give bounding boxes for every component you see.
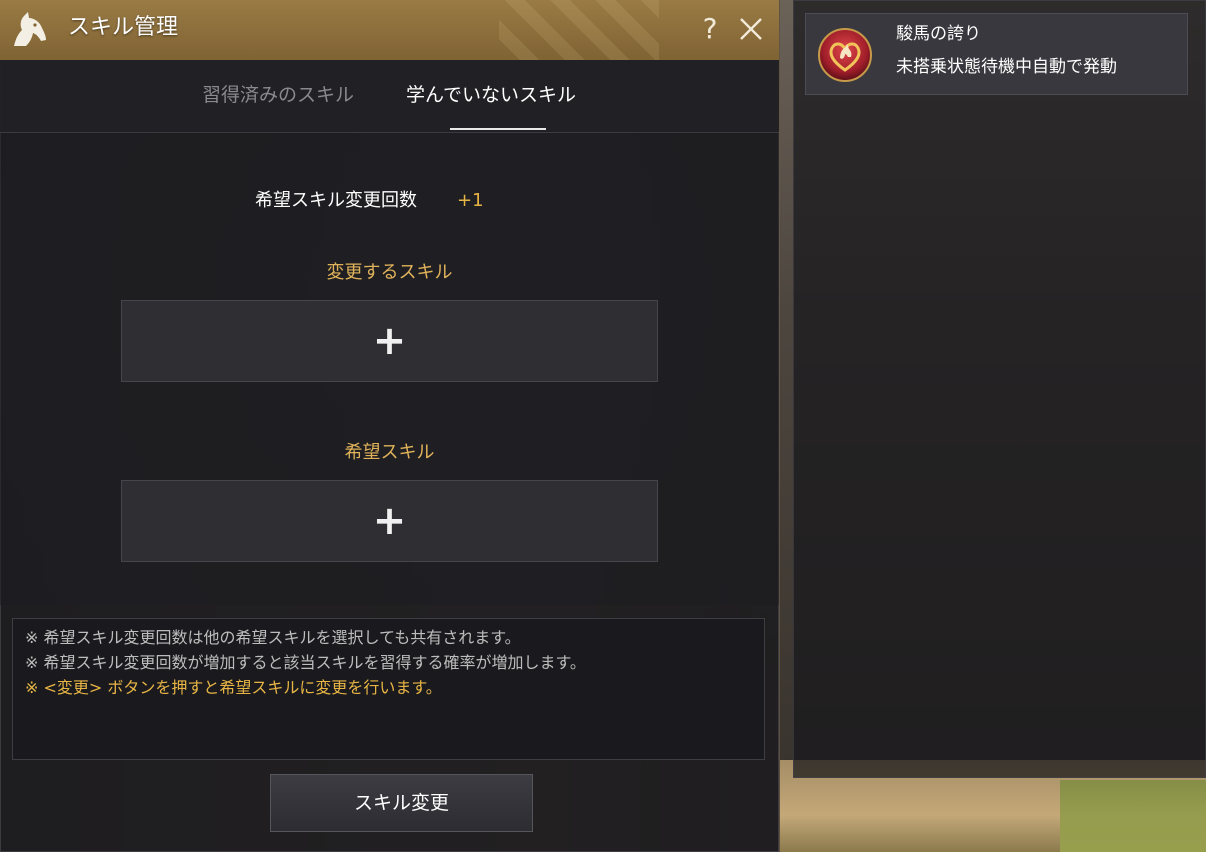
horse-heart-icon — [818, 28, 872, 82]
skill-list-item[interactable]: 駿馬の誇り 未搭乗状態待機中自動で発動 — [805, 13, 1188, 95]
note-line-highlight: ※ <変更> ボタンを押すと希望スキルに変更を行います。 — [25, 678, 442, 697]
plus-icon: + — [372, 498, 407, 544]
horse-head-icon — [14, 12, 46, 46]
skill-description: 未搭乗状態待機中自動で発動 — [896, 57, 1117, 77]
notes-box: ※ 希望スキル変更回数は他の希望スキルを選択しても共有されます。 ※ 希望スキル… — [12, 618, 765, 760]
skill-to-change-label: 変更するスキル — [326, 262, 453, 283]
plus-icon: + — [372, 318, 407, 364]
desired-skill-slot[interactable]: + — [121, 480, 658, 562]
skill-name: 駿馬の誇り — [896, 24, 981, 44]
active-tab-indicator — [450, 128, 546, 130]
desired-skill-label: 希望スキル — [344, 442, 435, 463]
help-button[interactable]: ? — [696, 12, 724, 46]
close-icon[interactable] — [736, 14, 766, 44]
skill-management-window: スキル管理 ? 習得済みのスキル 学んでいないスキル 希望スキル変更回数 +1 … — [0, 0, 779, 852]
tab-bar: 習得済みのスキル 学んでいないスキル — [0, 60, 779, 133]
skill-list-panel: 駿馬の誇り 未搭乗状態待機中自動で発動 — [793, 0, 1206, 778]
skill-change-panel: 希望スキル変更回数 +1 変更するスキル + 希望スキル + — [0, 133, 779, 605]
tab-learned-skills[interactable]: 習得済みのスキル — [202, 80, 354, 110]
change-count-label: 希望スキル変更回数 — [255, 190, 417, 211]
change-count-value: +1 — [457, 190, 484, 211]
background-grass — [1060, 780, 1206, 852]
title-bar[interactable]: スキル管理 ? — [0, 0, 779, 60]
note-line: ※ 希望スキル変更回数は他の希望スキルを選択しても共有されます。 — [25, 628, 521, 647]
skill-to-change-slot[interactable]: + — [121, 300, 658, 382]
window-title: スキル管理 — [68, 15, 179, 40]
tab-unlearned-skills[interactable]: 学んでいないスキル — [406, 80, 576, 110]
skill-change-button[interactable]: スキル変更 — [270, 774, 533, 832]
note-line: ※ 希望スキル変更回数が増加すると該当スキルを習得する確率が増加します。 — [25, 653, 586, 672]
title-bar-decoration — [499, 0, 659, 60]
